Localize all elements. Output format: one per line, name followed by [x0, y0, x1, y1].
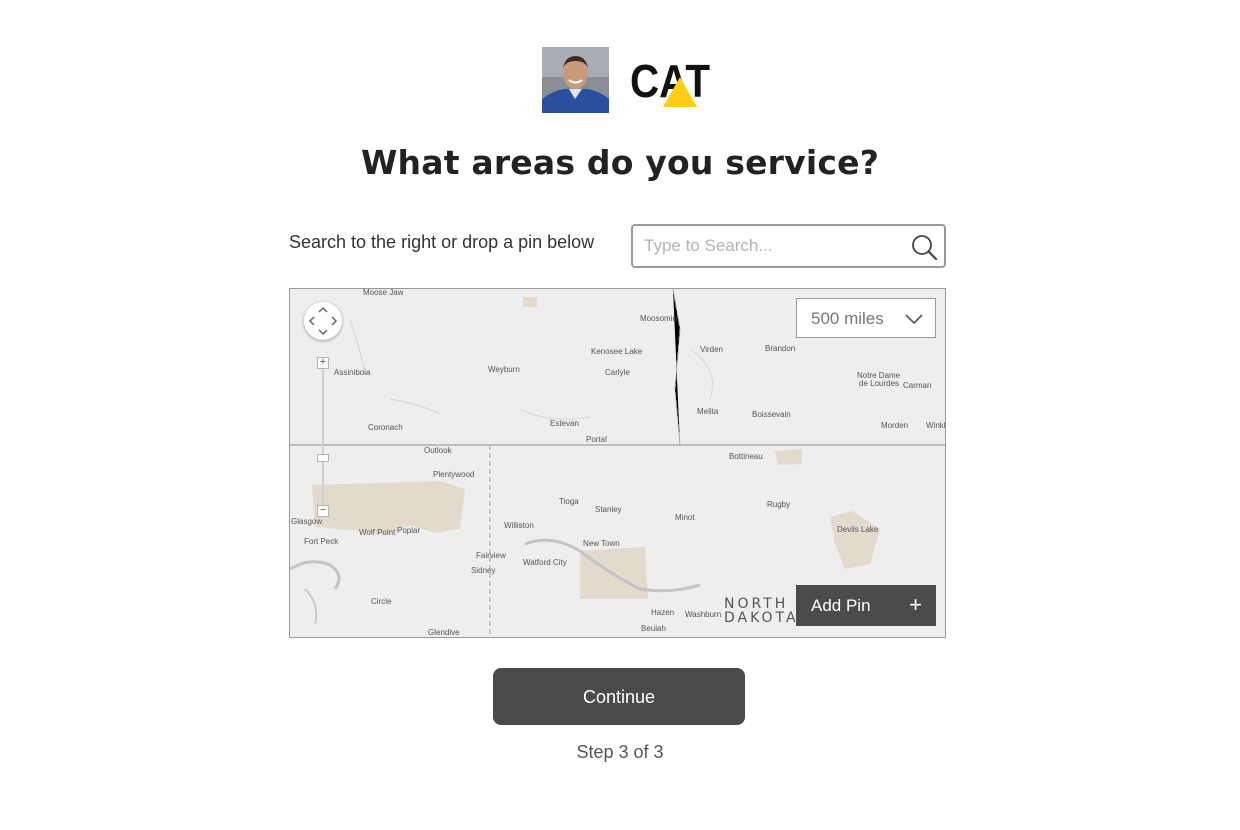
map-place-label: Hazen [651, 608, 675, 617]
zoom-out-button[interactable]: − [317, 505, 329, 517]
map-place-label: Sidney [471, 566, 496, 575]
pan-control[interactable] [304, 302, 342, 340]
map-place-label: Devils Lake [837, 525, 879, 534]
map-place-label: Glendive [428, 628, 460, 637]
radius-select[interactable]: 500 miles [796, 298, 936, 338]
map-place-label: Weyburn [488, 365, 520, 374]
add-pin-label: Add Pin [811, 596, 871, 615]
page-title: What areas do you service? [360, 143, 880, 182]
map-place-label: Stanley [595, 505, 622, 514]
map-place-label: Fairview [476, 551, 506, 560]
zoom-slider-track[interactable] [322, 357, 324, 517]
map-place-label: Poplar [397, 526, 421, 535]
avatar [542, 47, 609, 113]
map-place-label: Fort Peck [304, 537, 339, 546]
map-place-label: Watford City [523, 558, 567, 567]
map-place-label: Estevan [550, 419, 579, 428]
zoom-slider-handle[interactable] [317, 454, 329, 462]
map-place-label: de Lourdes [859, 379, 900, 388]
map-place-label: Outlook [424, 446, 452, 455]
plus-icon: + [909, 592, 922, 617]
header: CAT [542, 47, 711, 113]
map-place-label: Tioga [559, 497, 579, 506]
map-place-label: Boissevain [752, 410, 791, 419]
map-place-label: Moose Jaw [363, 288, 404, 297]
map-place-label: Coronach [368, 423, 403, 432]
continue-button[interactable]: Continue [493, 668, 745, 725]
radius-select-value: 500 miles [811, 309, 884, 328]
instruction-text: Search to the right or drop a pin below [289, 232, 595, 252]
map-place-label: Minot [675, 513, 695, 522]
map-place-label: Glasgow [291, 517, 323, 526]
brand-logo: CAT [630, 56, 710, 107]
search-input[interactable] [644, 226, 902, 266]
map-place-label: Wolf Point [359, 528, 396, 537]
map-place-label: Winkl [926, 421, 946, 430]
map-place-label: Bottineau [729, 452, 763, 461]
map-place-label: New Town [583, 539, 620, 548]
map-place-label: Carman [903, 381, 932, 390]
search-icon[interactable] [910, 233, 938, 261]
chevron-down-icon [905, 314, 923, 325]
map-place-label: Assiniboia [334, 368, 371, 377]
map-place-label: Rugby [767, 500, 791, 509]
map-place-label: Portal [586, 435, 607, 444]
pan-arrows-icon [308, 306, 338, 336]
map-place-label: Beulah [641, 624, 666, 633]
map-place-label: Kenosee Lake [591, 347, 643, 356]
map-place-label: Moosomin [640, 314, 677, 323]
map-place-label: Virden [700, 345, 723, 354]
add-pin-button[interactable]: Add Pin + [796, 585, 936, 626]
map-place-label: Carlyle [605, 368, 630, 377]
map-place-label: Morden [881, 421, 909, 430]
map-place-label: Brandon [765, 344, 796, 353]
map-place-label: Melita [697, 407, 719, 416]
map-region-label: NORTH DAKOTA [724, 596, 799, 626]
step-indicator: Step 3 of 3 [576, 742, 664, 762]
map-place-label: Plentywood [433, 470, 475, 479]
map-place-label: Circle [371, 597, 392, 606]
map-place-label: Williston [504, 521, 534, 530]
zoom-in-button[interactable]: + [317, 357, 329, 369]
service-area-map[interactable]: Moose Jaw Moosomin Virden Brandon Kenose… [289, 288, 946, 638]
map-place-label: Washburn [685, 610, 722, 619]
search-box[interactable] [631, 224, 946, 268]
